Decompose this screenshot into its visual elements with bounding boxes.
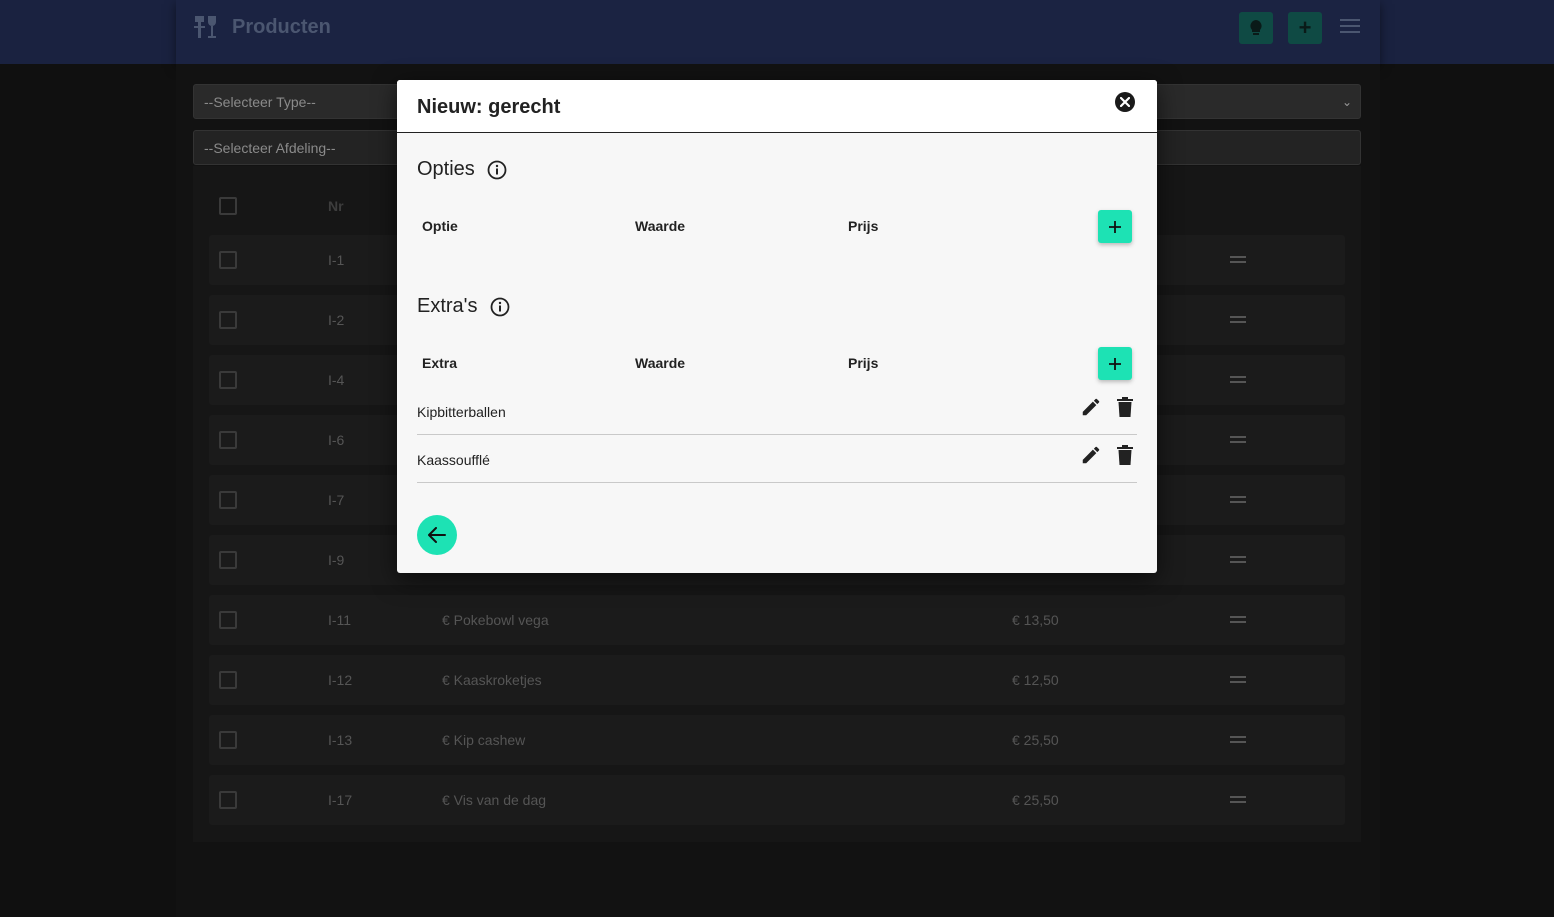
close-icon [1120, 97, 1130, 107]
extras-section-title: Extra's [417, 295, 510, 318]
modal-title: Nieuw: gerecht [417, 96, 561, 118]
pencil-icon[interactable] [1080, 396, 1102, 418]
drag-handle-icon[interactable] [1230, 616, 1246, 626]
row-nr: I-7 [328, 492, 345, 508]
table-row[interactable]: I-13 € Kip cashew € 25,50 [209, 715, 1345, 765]
options-title: Opties [417, 158, 475, 180]
trash-icon[interactable] [1115, 396, 1135, 418]
type-select-value: --Selecteer Type-- [204, 94, 316, 110]
row-checkbox[interactable] [219, 551, 237, 569]
row-name: € Kip cashew [442, 732, 526, 748]
plus-icon [1109, 357, 1121, 370]
row-nr: I-2 [328, 312, 345, 328]
add-option-button[interactable] [1098, 210, 1132, 243]
extras-col-extra: Extra [422, 355, 458, 371]
back-button[interactable] [417, 515, 457, 555]
new-dish-modal: Nieuw: gerecht Opties Optie Waarde Prijs… [397, 80, 1157, 573]
page-title: Producten [232, 16, 331, 38]
info-icon[interactable] [490, 297, 510, 317]
list-item: Kaassoufflé [417, 435, 1137, 483]
options-col-price: Prijs [848, 218, 879, 234]
restaurant-logo-icon [194, 16, 216, 38]
row-nr: I-11 [328, 612, 352, 628]
pencil-icon[interactable] [1080, 444, 1102, 466]
row-checkbox[interactable] [219, 251, 237, 269]
row-price: € 12,50 [1012, 672, 1059, 688]
row-nr: I-6 [328, 432, 345, 448]
drag-handle-icon[interactable] [1230, 556, 1246, 566]
select-all-checkbox[interactable] [219, 197, 237, 215]
options-col-value: Waarde [635, 218, 686, 234]
row-checkbox[interactable] [219, 311, 237, 329]
hamburger-menu-icon[interactable] [1340, 19, 1360, 35]
trash-icon[interactable] [1115, 444, 1135, 466]
chevron-down-icon: ⌄ [1341, 95, 1352, 109]
options-col-option: Optie [422, 218, 458, 234]
extra-name: Kipbitterballen [417, 404, 506, 420]
row-checkbox[interactable] [219, 671, 237, 689]
row-name: € Vis van de dag [442, 792, 547, 808]
extras-col-value: Waarde [635, 355, 686, 371]
column-header-nr: Nr [328, 198, 344, 214]
app-header: Producten + [176, 0, 1380, 64]
extras-col-price: Prijs [848, 355, 879, 371]
drag-handle-icon[interactable] [1230, 316, 1246, 326]
info-icon[interactable] [487, 160, 507, 180]
arrow-left-icon [428, 527, 446, 543]
drag-handle-icon[interactable] [1230, 256, 1246, 266]
row-name: € Pokebowl vega [442, 612, 549, 628]
drag-handle-icon[interactable] [1230, 436, 1246, 446]
row-price: € 25,50 [1012, 732, 1059, 748]
lightbulb-button[interactable] [1239, 12, 1273, 44]
row-checkbox[interactable] [219, 611, 237, 629]
row-checkbox[interactable] [219, 431, 237, 449]
row-checkbox[interactable] [219, 731, 237, 749]
extra-name: Kaassoufflé [417, 452, 490, 468]
row-checkbox[interactable] [219, 791, 237, 809]
drag-handle-icon[interactable] [1230, 496, 1246, 506]
drag-handle-icon[interactable] [1230, 376, 1246, 386]
row-nr: I-13 [328, 732, 353, 748]
afdeling-select-value: --Selecteer Afdeling-- [204, 140, 336, 156]
row-checkbox[interactable] [219, 371, 237, 389]
lightbulb-icon [1250, 20, 1262, 35]
list-item: Kipbitterballen [417, 387, 1137, 435]
row-nr: I-12 [328, 672, 353, 688]
extras-title: Extra's [417, 295, 478, 317]
row-nr: I-17 [328, 792, 353, 808]
row-nr: I-9 [328, 552, 345, 568]
row-price: € 13,50 [1012, 612, 1059, 628]
row-nr: I-4 [328, 372, 345, 388]
drag-handle-icon[interactable] [1230, 796, 1246, 806]
add-product-button[interactable]: + [1288, 12, 1322, 44]
options-section-title: Opties [417, 158, 507, 181]
table-row[interactable]: I-12 € Kaaskroketjes € 12,50 [209, 655, 1345, 705]
row-name: € Kaaskroketjes [442, 672, 542, 688]
row-nr: I-1 [328, 252, 345, 268]
row-checkbox[interactable] [219, 491, 237, 509]
table-row[interactable]: I-11 € Pokebowl vega € 13,50 [209, 595, 1345, 645]
drag-handle-icon[interactable] [1230, 736, 1246, 746]
row-price: € 25,50 [1012, 792, 1059, 808]
add-extra-button[interactable] [1098, 347, 1132, 380]
modal-header: Nieuw: gerecht [397, 80, 1157, 133]
table-row[interactable]: I-17 € Vis van de dag € 25,50 [209, 775, 1345, 825]
drag-handle-icon[interactable] [1230, 676, 1246, 686]
close-button[interactable] [1115, 92, 1135, 112]
plus-icon [1109, 220, 1121, 233]
